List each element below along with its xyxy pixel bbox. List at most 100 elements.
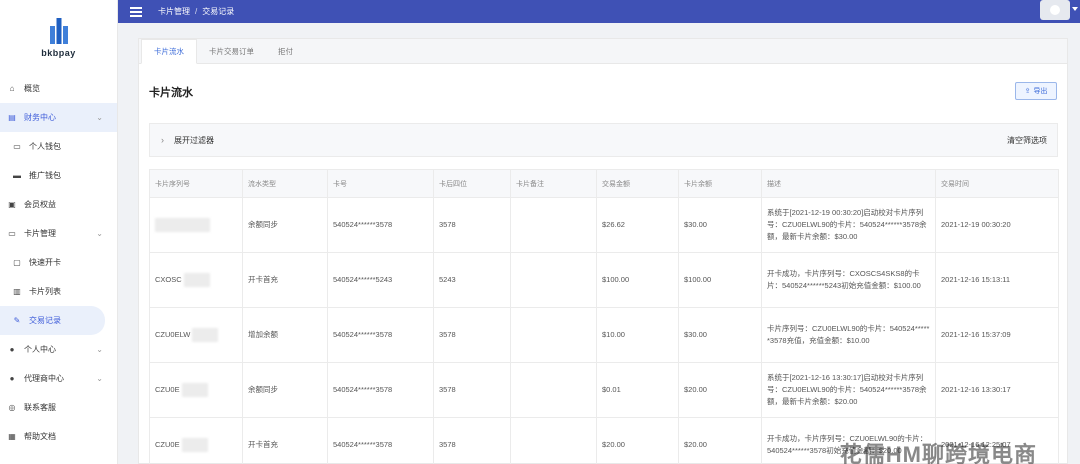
chevron-down-icon[interactable]: ⌄ xyxy=(96,113,103,122)
table-row[interactable]: CZU0ELW 增加余额 540524******3578 3578 $10.00 $30… xyxy=(149,307,1059,363)
sidebar-item[interactable]: ▥ 卡片列表 xyxy=(0,277,117,306)
logo[interactable]: bkbpay xyxy=(0,0,117,74)
sidebar-item-label: 推广钱包 xyxy=(29,171,61,180)
cell-balance: $30.00 xyxy=(678,307,762,363)
avatar[interactable] xyxy=(1040,0,1078,20)
cell-text: $30.00 xyxy=(684,330,707,339)
sidebar-item[interactable]: ▢ 快速开卡 xyxy=(0,248,117,277)
sidebar-item[interactable]: ● 代理商中心 ⌄ xyxy=(0,364,117,393)
cell-text: 卡片序列号：CZU0ELWL90的卡片：540524******3578充值，充… xyxy=(767,324,930,345)
tab-card-orders[interactable]: 卡片交易订单 xyxy=(197,39,266,63)
sidebar-item-label: 帮助文档 xyxy=(24,432,56,441)
cell-text: 系统于[2021-12-16 13:30:17]启动校对卡片序列号：CZU0EL… xyxy=(767,373,927,406)
caret-down-icon[interactable] xyxy=(1072,7,1078,11)
cell-text: CZU0E xyxy=(155,384,180,394)
cell-amount: $0.01 xyxy=(596,362,679,418)
cell-text: CZU0ELW xyxy=(155,329,191,339)
cell-text: 余额同步 xyxy=(248,220,278,229)
chevron-down-icon[interactable]: ⌄ xyxy=(96,374,103,383)
column-header[interactable]: 流水类型 xyxy=(242,169,328,198)
cell-card-no: 540524******3578 xyxy=(327,362,434,418)
cell-serial: CZU0E xyxy=(149,417,243,464)
cell-type: 增加余额 xyxy=(242,307,328,363)
sidebar-item-label: 卡片列表 xyxy=(29,287,61,296)
cell-time: 2021-12-16 13:30:17 xyxy=(935,362,1059,418)
cell-text: 2021-12-16 15:13:11 xyxy=(941,275,1011,284)
cell-type: 开卡首充 xyxy=(242,417,328,464)
table-row[interactable]: CZU0E 余额同步 540524******3578 3578 $0.01 $20.00… xyxy=(149,362,1059,418)
cell-serial: CZU0ELW xyxy=(149,307,243,363)
cell-serial: CXOSC xyxy=(149,252,243,308)
cell-text: 系统于[2021-12-19 00:30:20]启动校对卡片序列号：CZU0EL… xyxy=(767,208,927,241)
cell-text: $100.00 xyxy=(602,275,630,284)
sidebar-item[interactable]: ✎ 交易记录 xyxy=(0,306,105,335)
sidebar-item[interactable]: ▦ 帮助文档 xyxy=(0,422,117,451)
cell-time: 2021-12-19 00:30:20 xyxy=(935,197,1059,253)
column-header[interactable]: 卡片余额 xyxy=(678,169,762,198)
cell-last4: 3578 xyxy=(433,307,511,363)
export-icon: ⇪ xyxy=(1024,88,1031,95)
cell-text: 540524******3578 xyxy=(333,440,393,449)
cell-amount: $20.00 xyxy=(596,417,679,464)
cell-serial xyxy=(149,197,243,253)
sidebar-item[interactable]: ● 个人中心 ⌄ xyxy=(0,335,117,364)
cell-text: 增加余额 xyxy=(248,330,278,339)
sidebar: bkbpay ⌂ 概览 ▤ 财务中心 ⌄ ▭ 个人钱包 ▬ 推广钱包 ▣ 会员权益 ▭ 卡片管理 ⌄ ▢ 快速… xyxy=(0,0,118,464)
cell-desc: 系统于[2021-12-19 00:30:20]启动校对卡片序列号：CZU0EL… xyxy=(761,197,936,253)
cell-remark xyxy=(510,417,597,464)
cell-text: 3578 xyxy=(439,330,456,339)
cell-text: 2021-12-19 00:30:20 xyxy=(941,220,1011,229)
sidebar-item[interactable]: ⌂ 概览 xyxy=(0,74,117,103)
filter-bar: › 展开过滤器 清空筛选项 xyxy=(149,123,1058,157)
export-button[interactable]: ⇪ 导出 xyxy=(1015,82,1057,100)
cell-type: 开卡首充 xyxy=(242,252,328,308)
column-header[interactable]: 交易金额 xyxy=(596,169,679,198)
expand-filter-toggle[interactable]: 展开过滤器 xyxy=(174,135,214,146)
menu-toggle-icon[interactable] xyxy=(130,6,142,17)
clear-filters-button[interactable]: 清空筛选项 xyxy=(1007,135,1047,146)
sidebar-item[interactable]: ▤ 财务中心 ⌄ xyxy=(0,103,117,132)
table-row[interactable]: CXOSC 开卡首充 540524******5243 5243 $100.00 $100… xyxy=(149,252,1059,308)
column-header[interactable]: 描述 xyxy=(761,169,936,198)
chevron-down-icon[interactable]: ⌄ xyxy=(96,229,103,238)
cell-text: 3578 xyxy=(439,220,456,229)
column-header[interactable]: 卡片序列号 xyxy=(149,169,243,198)
chevron-right-icon[interactable]: › xyxy=(161,135,171,145)
cell-last4: 3578 xyxy=(433,362,511,418)
sidebar-item[interactable]: ▬ 推广钱包 xyxy=(0,161,117,190)
wallet-icon: ▭ xyxy=(13,142,21,151)
cell-balance: $30.00 xyxy=(678,197,762,253)
sidebar-item[interactable]: ▭ 个人钱包 xyxy=(0,132,117,161)
table-row[interactable]: 余额同步 540524******3578 3578 $26.62 $30.00 系统于[… xyxy=(149,197,1059,253)
cell-amount: $100.00 xyxy=(596,252,679,308)
cell-text: $100.00 xyxy=(684,275,712,284)
sidebar-item[interactable]: ▭ 卡片管理 ⌄ xyxy=(0,219,117,248)
agent-icon: ● xyxy=(9,374,15,383)
redacted-mask xyxy=(155,218,210,232)
member-icon: ▣ xyxy=(8,200,16,209)
help-icon: ▦ xyxy=(8,432,16,441)
chevron-down-icon[interactable]: ⌄ xyxy=(96,345,103,354)
sidebar-item-label: 概览 xyxy=(24,84,40,93)
sidebar-item-label: 个人钱包 xyxy=(29,142,61,151)
sidebar-item[interactable]: ▣ 会员权益 xyxy=(0,190,117,219)
column-header[interactable]: 卡片备注 xyxy=(510,169,597,198)
cell-type: 余额同步 xyxy=(242,362,328,418)
column-header[interactable]: 卡号 xyxy=(327,169,434,198)
transactions-table: 卡片序列号 流水类型 卡号 卡后四位 卡片备注 交易金额 卡片余额 描述 交易时间 余额同步 54… xyxy=(149,169,1059,464)
cell-card-no: 540524******5243 xyxy=(327,252,434,308)
content-card: 卡片流水 卡片交易订单 拒付 卡片流水 ⇪ 导出 › 展开过滤器 清空筛选项 卡… xyxy=(138,38,1068,464)
tab-card-flow[interactable]: 卡片流水 xyxy=(141,39,197,64)
cell-card-no: 540524******3578 xyxy=(327,307,434,363)
sidebar-item[interactable]: ◎ 联系客服 xyxy=(0,393,117,422)
column-header[interactable]: 卡后四位 xyxy=(433,169,511,198)
breadcrumb-item[interactable]: 卡片管理 xyxy=(158,7,190,16)
cell-last4: 5243 xyxy=(433,252,511,308)
card-icon: ▭ xyxy=(8,229,16,238)
cell-balance: $100.00 xyxy=(678,252,762,308)
redacted-mask xyxy=(181,383,208,397)
column-header[interactable]: 交易时间 xyxy=(935,169,1059,198)
tab-chargeback[interactable]: 拒付 xyxy=(266,39,305,63)
sidebar-item-label: 会员权益 xyxy=(24,200,56,209)
sidebar-item-label: 卡片管理 xyxy=(24,229,56,238)
